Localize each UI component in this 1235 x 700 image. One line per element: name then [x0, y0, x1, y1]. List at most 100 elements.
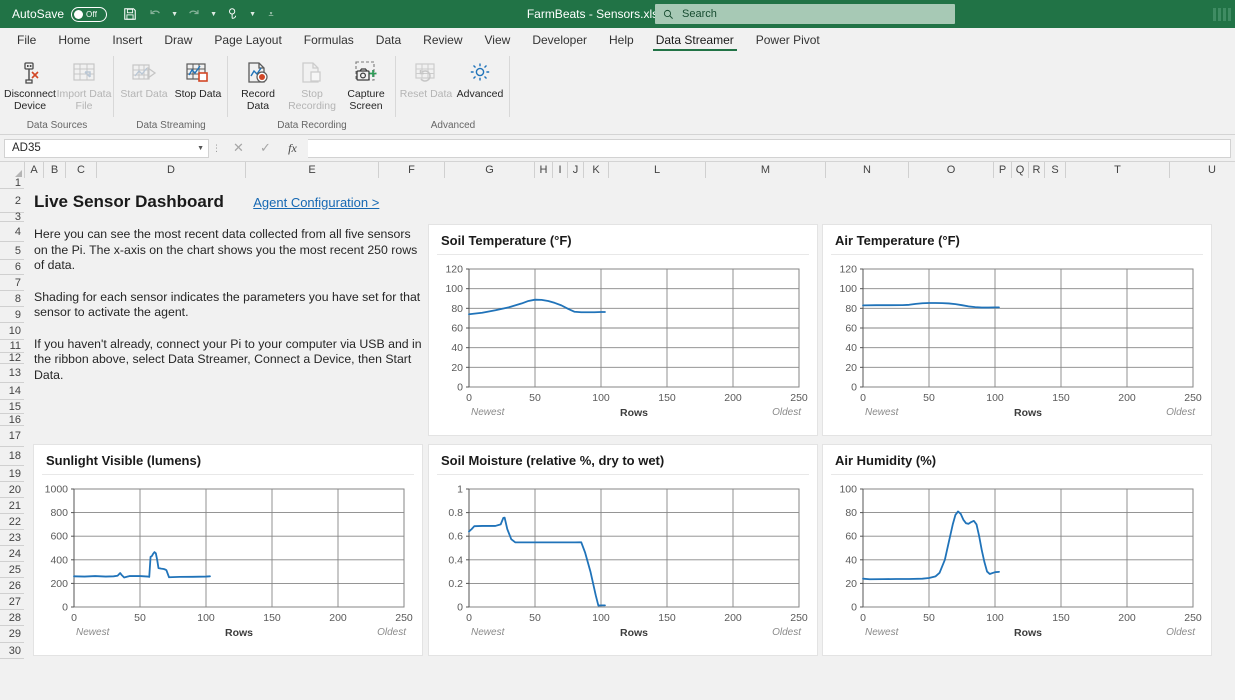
column-header-L[interactable]: L [609, 162, 706, 178]
start-data-button[interactable]: Start Data [117, 55, 171, 101]
row-header-6[interactable]: 6 [0, 260, 24, 275]
chevron-down-icon[interactable]: ▼ [197, 145, 204, 152]
save-icon[interactable] [119, 3, 141, 25]
autosave-control[interactable]: AutoSave Off [12, 7, 107, 22]
row-header-17[interactable]: 17 [0, 426, 24, 447]
chart-area-sunlight-visible[interactable]: 02004006008001000050100150200250NewestOl… [34, 475, 422, 653]
row-header-1[interactable]: 1 [0, 178, 24, 189]
row-header-10[interactable]: 10 [0, 323, 24, 340]
tab-developer[interactable]: Developer [521, 29, 598, 51]
disconnect-device-button[interactable]: Disconnect Device [3, 55, 57, 112]
column-header-F[interactable]: F [379, 162, 445, 178]
customize-qat-icon[interactable]: ⩡ [261, 3, 281, 25]
tab-draw[interactable]: Draw [153, 29, 203, 51]
column-header-I[interactable]: I [553, 162, 568, 178]
column-header-B[interactable]: B [44, 162, 66, 178]
chart-panel-sunlight-visible[interactable]: Sunlight Visible (lumens)020040060080010… [33, 444, 423, 656]
capture-screen-button[interactable]: Capture Screen [339, 55, 393, 112]
insert-function-icon[interactable]: fx [279, 139, 306, 158]
row-header-3[interactable]: 3 [0, 213, 24, 222]
column-header-T[interactable]: T [1066, 162, 1170, 178]
redo-dropdown-icon[interactable]: ▼ [208, 3, 219, 25]
row-header-5[interactable]: 5 [0, 242, 24, 260]
column-header-S[interactable]: S [1045, 162, 1066, 178]
autosave-toggle[interactable]: Off [71, 7, 107, 22]
column-header-J[interactable]: J [568, 162, 584, 178]
tab-page-layout[interactable]: Page Layout [203, 29, 292, 51]
record-data-button[interactable]: Record Data [231, 55, 285, 112]
row-header-2[interactable]: 2 [0, 189, 24, 213]
tab-data-streamer[interactable]: Data Streamer [645, 29, 745, 51]
formula-bar-grip[interactable]: ⋮ [209, 143, 225, 154]
chart-panel-air-humidity[interactable]: Air Humidity (%)020406080100050100150200… [822, 444, 1212, 656]
column-header-U[interactable]: U [1170, 162, 1235, 178]
row-header-9[interactable]: 9 [0, 307, 24, 323]
touch-mode-dropdown-icon[interactable]: ▼ [247, 3, 258, 25]
reset-data-button[interactable]: Reset Data [399, 55, 453, 101]
row-header-14[interactable]: 14 [0, 383, 24, 400]
column-header-R[interactable]: R [1029, 162, 1045, 178]
cancel-icon[interactable]: ✕ [225, 139, 252, 158]
column-header-Q[interactable]: Q [1012, 162, 1029, 178]
column-header-D[interactable]: D [97, 162, 246, 178]
chart-panel-soil-moisture[interactable]: Soil Moisture (relative %, dry to wet)00… [428, 444, 818, 656]
row-header-19[interactable]: 19 [0, 466, 24, 482]
row-header-29[interactable]: 29 [0, 626, 24, 643]
search-box[interactable]: Search [655, 4, 955, 24]
tab-view[interactable]: View [474, 29, 522, 51]
stop-data-button[interactable]: Stop Data [171, 55, 225, 101]
advanced-button[interactable]: Advanced [453, 55, 507, 101]
row-header-24[interactable]: 24 [0, 546, 24, 562]
tab-home[interactable]: Home [47, 29, 101, 51]
column-header-A[interactable]: A [25, 162, 44, 178]
tab-insert[interactable]: Insert [101, 29, 153, 51]
row-header-12[interactable]: 12 [0, 353, 24, 364]
column-header-O[interactable]: O [909, 162, 994, 178]
row-header-7[interactable]: 7 [0, 275, 24, 291]
undo-dropdown-icon[interactable]: ▼ [169, 3, 180, 25]
chart-area-air-humidity[interactable]: 020406080100050100150200250NewestOldestR… [823, 475, 1211, 653]
tab-file[interactable]: File [6, 29, 47, 51]
tab-review[interactable]: Review [412, 29, 473, 51]
select-all-corner[interactable] [0, 162, 25, 178]
tab-power-pivot[interactable]: Power Pivot [745, 29, 831, 51]
redo-icon[interactable] [183, 3, 205, 25]
row-header-27[interactable]: 27 [0, 594, 24, 610]
tab-formulas[interactable]: Formulas [293, 29, 365, 51]
row-header-16[interactable]: 16 [0, 414, 24, 426]
column-header-N[interactable]: N [826, 162, 909, 178]
column-header-E[interactable]: E [246, 162, 379, 178]
chart-panel-soil-temperature[interactable]: Soil Temperature (°F)0204060801001200501… [428, 224, 818, 436]
touch-mode-icon[interactable] [222, 3, 244, 25]
window-controls[interactable] [1213, 0, 1231, 28]
import-data-file-button[interactable]: Import Data File [57, 55, 111, 112]
row-header-23[interactable]: 23 [0, 530, 24, 546]
chart-area-soil-temperature[interactable]: 020406080100120050100150200250NewestOlde… [429, 255, 817, 433]
sheet-canvas[interactable]: Live Sensor Dashboard Agent Configuratio… [24, 178, 1235, 700]
stop-recording-button[interactable]: Stop Recording [285, 55, 339, 112]
row-header-26[interactable]: 26 [0, 578, 24, 594]
row-header-4[interactable]: 4 [0, 222, 24, 242]
row-header-13[interactable]: 13 [0, 364, 24, 383]
row-header-20[interactable]: 20 [0, 482, 24, 498]
undo-icon[interactable] [144, 3, 166, 25]
column-header-K[interactable]: K [584, 162, 609, 178]
column-header-M[interactable]: M [706, 162, 826, 178]
column-header-H[interactable]: H [535, 162, 553, 178]
row-header-15[interactable]: 15 [0, 400, 24, 414]
check-icon[interactable]: ✓ [252, 139, 279, 158]
chart-area-air-temperature[interactable]: 020406080100120050100150200250NewestOlde… [823, 255, 1211, 433]
row-header-30[interactable]: 30 [0, 643, 24, 659]
column-header-C[interactable]: C [66, 162, 97, 178]
row-header-21[interactable]: 21 [0, 498, 24, 514]
row-header-8[interactable]: 8 [0, 291, 24, 307]
chart-panel-air-temperature[interactable]: Air Temperature (°F)02040608010012005010… [822, 224, 1212, 436]
row-header-18[interactable]: 18 [0, 447, 24, 466]
tab-help[interactable]: Help [598, 29, 645, 51]
chart-area-soil-moisture[interactable]: 00.20.40.60.81050100150200250NewestOldes… [429, 475, 817, 653]
formula-input[interactable] [308, 139, 1231, 158]
row-header-25[interactable]: 25 [0, 562, 24, 578]
row-header-22[interactable]: 22 [0, 514, 24, 530]
agent-configuration-link[interactable]: Agent Configuration > [253, 195, 379, 210]
row-header-28[interactable]: 28 [0, 610, 24, 626]
